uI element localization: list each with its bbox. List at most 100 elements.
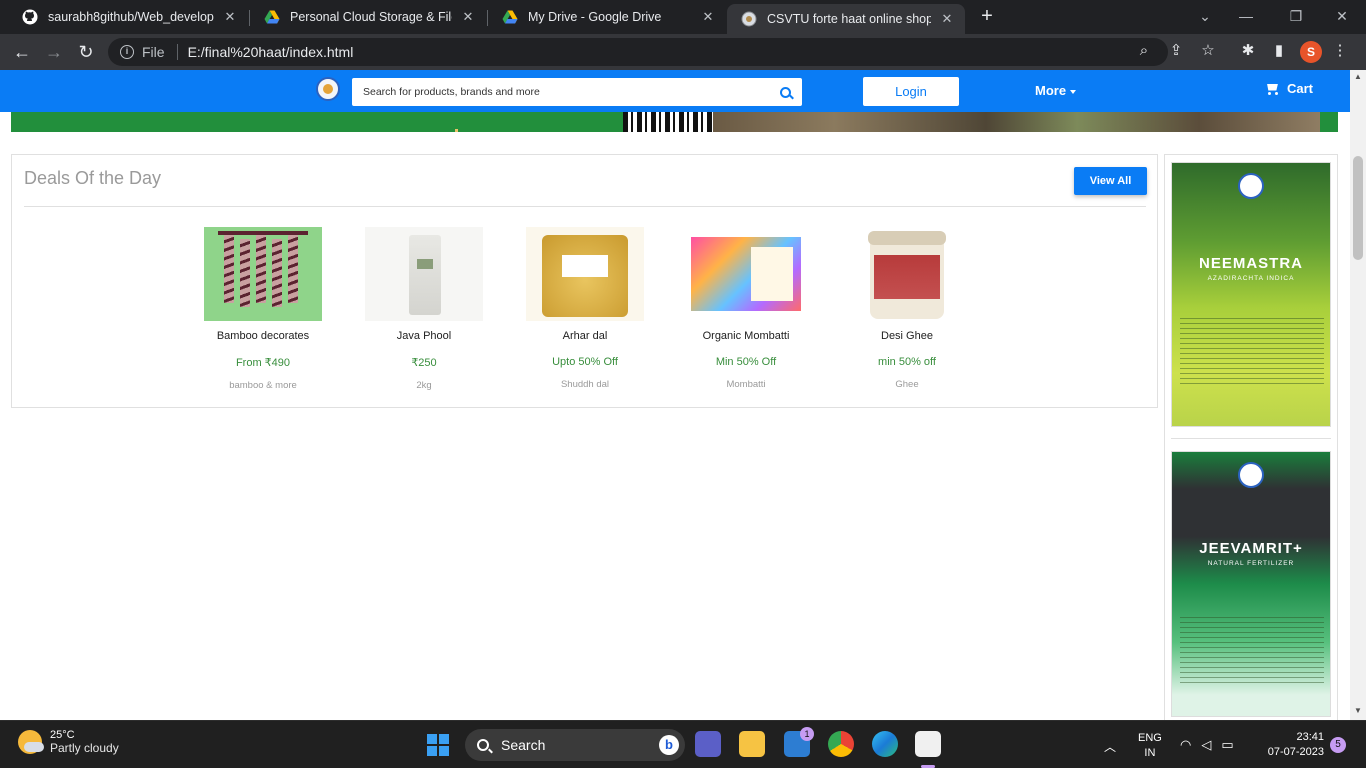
mail-icon[interactable]: 1 [784, 727, 814, 757]
scroll-up-arrow-icon[interactable]: ▲ [1354, 72, 1362, 81]
ad-subtitle: NATURAL FERTILIZER [1207, 560, 1295, 567]
language-label: ENG [1138, 732, 1162, 744]
side-panel-icon[interactable]: ▮ [1267, 39, 1291, 63]
windows-start-icon[interactable] [427, 734, 449, 756]
deals-of-the-day-section: Deals Of the Day View All Bamboo decorat… [11, 154, 1158, 408]
close-tab-icon[interactable]: ✕ [222, 9, 238, 25]
product-card[interactable]: Java Phool ₹250 2kg [349, 227, 499, 391]
product-name: Arhar dal [562, 330, 608, 342]
system-tray-icons[interactable]: ◠ ◁ ▭ [1180, 737, 1234, 753]
image-detail [868, 231, 946, 319]
search-bar [352, 78, 802, 106]
restore-button[interactable]: ❐ [1276, 4, 1316, 28]
minimize-button[interactable]: — [1226, 4, 1266, 28]
cart-link[interactable]: Cart [1265, 81, 1313, 96]
show-hidden-icons-chevron[interactable]: ︿ [1104, 738, 1116, 755]
close-tab-icon[interactable]: ✕ [939, 11, 955, 27]
arhar-dal-image[interactable] [526, 227, 644, 321]
weather-temperature: 25°C [50, 729, 75, 741]
page-viewport: Login More Cart Deals Of the Day View Al… [0, 70, 1350, 720]
notification-count-badge[interactable]: 5 [1330, 737, 1346, 753]
browser-tab-strip: saurabh8github/Web_developme ✕ Personal … [0, 0, 1366, 34]
url-text[interactable]: E:/final%20haat/index.html [188, 44, 354, 60]
github-icon [22, 9, 38, 25]
omnibox-divider [176, 44, 178, 60]
login-button[interactable]: Login [863, 77, 959, 106]
product-offer: ₹250 [411, 357, 437, 369]
view-all-button[interactable]: View All [1074, 167, 1147, 195]
back-button[interactable]: ← [10, 40, 34, 64]
file-explorer-icon[interactable] [739, 731, 765, 757]
profile-avatar[interactable]: S [1300, 41, 1322, 63]
csvtu-logo[interactable] [316, 77, 340, 101]
close-tab-icon[interactable]: ✕ [700, 9, 716, 25]
reload-button[interactable]: ↻ [74, 40, 98, 64]
site-info-icon[interactable]: i [120, 45, 134, 59]
ad-fine-print [1180, 617, 1324, 687]
bing-icon[interactable]: b [659, 735, 679, 755]
image-detail [409, 235, 441, 315]
product-offer: Min 50% Off [715, 356, 777, 368]
edge-icon[interactable] [872, 731, 898, 757]
clock[interactable]: 23:41 07-07-2023 [1258, 730, 1324, 760]
clock-date: 07-07-2023 [1267, 746, 1324, 758]
organic-mombatti-image[interactable] [687, 227, 805, 321]
scroll-down-arrow-icon[interactable]: ▼ [1354, 706, 1362, 715]
meet-now-icon[interactable] [695, 731, 721, 757]
desi-ghee-image[interactable] [848, 227, 966, 321]
bamboo-decorates-image[interactable] [204, 227, 322, 321]
bookmark-star-icon[interactable]: ☆ [1196, 39, 1220, 63]
ad-divider [1171, 438, 1331, 439]
site-header: Login More Cart [0, 70, 1350, 112]
chrome-icon[interactable] [828, 731, 854, 757]
tab-my-drive[interactable]: My Drive - Google Drive ✕ [488, 0, 726, 34]
zoom-icon[interactable]: ⌕ [1132, 39, 1156, 63]
close-tab-icon[interactable]: ✕ [460, 9, 476, 25]
product-offer: Upto 50% Off [552, 356, 618, 368]
new-tab-button[interactable]: + [976, 5, 998, 27]
address-bar[interactable]: i File E:/final%20haat/index.html [108, 38, 1168, 66]
scrollbar-thumb[interactable] [1353, 156, 1363, 260]
more-dropdown[interactable]: More [1035, 83, 1077, 98]
image-detail [272, 239, 282, 307]
cart-icon [1265, 83, 1279, 95]
forward-button[interactable]: → [42, 40, 66, 64]
product-card[interactable]: Desi Ghee min 50% off Ghee [832, 227, 982, 390]
weather-widget[interactable]: 25°C Partly cloudy [18, 729, 119, 755]
tab-personal-cloud[interactable]: Personal Cloud Storage & File Sh ✕ [250, 0, 486, 34]
browser-menu-icon[interactable]: ⋮ [1328, 39, 1352, 63]
taskbar: 25°C Partly cloudy Search b 1 ︿ ENG IN ◠… [0, 720, 1366, 768]
product-card[interactable]: Bamboo decorates From ₹490 bamboo & more [188, 227, 338, 391]
tab-csvtu-active[interactable]: CSVTU forte haat online shop & ✕ [727, 4, 965, 34]
product-card[interactable]: Arhar dal Upto 50% Off Shuddh dal [510, 227, 660, 390]
search-icon[interactable] [772, 78, 802, 106]
cart-label: Cart [1287, 81, 1314, 96]
ad-title: JEEVAMRIT+ [1199, 540, 1303, 557]
image-detail [256, 235, 266, 303]
tab-search-chevron-icon[interactable]: ⌄ [1185, 4, 1225, 28]
tab-github[interactable]: saurabh8github/Web_developme ✕ [8, 0, 248, 34]
share-icon[interactable]: ⇪ [1164, 39, 1188, 63]
neemastra-ad[interactable]: NEEMASTRA AZADIRACHTA INDICA [1171, 162, 1331, 427]
volume-icon: ◁ [1201, 737, 1212, 752]
jeevamrit-ad[interactable]: JEEVAMRIT+ NATURAL FERTILIZER [1171, 451, 1331, 717]
qr-code-image [623, 112, 713, 132]
promo-banner[interactable] [11, 112, 1338, 132]
product-name: Java Phool [396, 330, 452, 342]
java-phool-image[interactable] [365, 227, 483, 321]
snipping-tool-icon[interactable] [915, 731, 941, 757]
csvtu-logo-icon [741, 11, 757, 27]
language-indicator[interactable]: ENG IN [1138, 731, 1162, 761]
product-name: Organic Mombatti [702, 330, 790, 342]
page-scrollbar[interactable]: ▲ ▼ [1350, 70, 1366, 720]
tab-title: Personal Cloud Storage & File Sh [290, 10, 452, 24]
product-subtitle: Ghee [895, 379, 919, 390]
section-divider [24, 206, 1146, 207]
csvtu-seal-icon [1238, 462, 1264, 488]
product-card[interactable]: Organic Mombatti Min 50% Off Mombatti [671, 227, 821, 390]
search-input[interactable] [352, 78, 772, 106]
close-window-button[interactable]: ✕ [1322, 4, 1362, 28]
taskbar-search[interactable]: Search b [465, 729, 685, 761]
extensions-icon[interactable]: ✱ [1236, 39, 1260, 63]
side-ads-column: NEEMASTRA AZADIRACHTA INDICA JEEVAMRIT+ … [1164, 154, 1338, 720]
